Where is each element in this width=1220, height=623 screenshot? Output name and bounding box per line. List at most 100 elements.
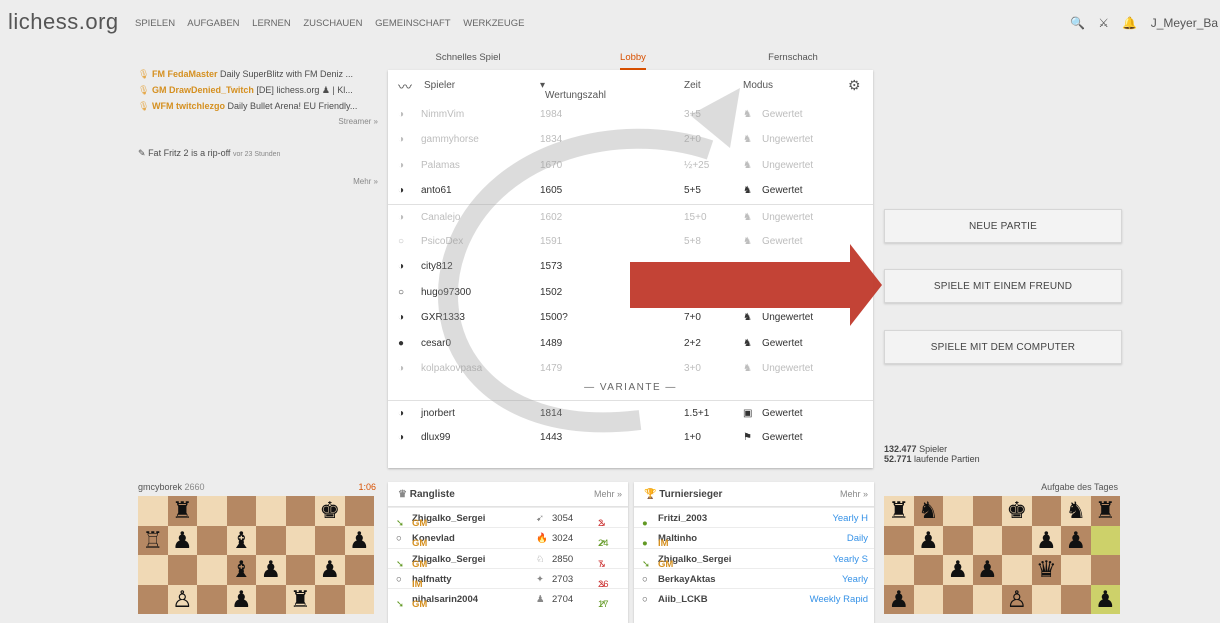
color-icon: ○ — [398, 286, 405, 298]
lobby-row[interactable]: ○ PsicoDex 1591 5+8 ♞ Gewertet — [388, 229, 873, 254]
leaderboard-row[interactable]: ➘ GM Zhigalko_Sergei ➹ 3054 ↘ 2 — [388, 507, 628, 529]
tab-lobby[interactable]: Lobby — [620, 52, 646, 70]
winner-row[interactable]: ○ BerkayAktas Yearly — [634, 567, 874, 588]
row-rating: 1984 — [540, 109, 563, 120]
board-square — [315, 525, 345, 555]
variant-separator: — VARIANTE — — [584, 382, 677, 393]
username[interactable]: J_Meyer_Ba — [1151, 16, 1218, 30]
row-mode: Ungewertet — [762, 363, 814, 374]
streamers-more-link[interactable]: Streamer » — [138, 114, 378, 130]
mode-icon: ♞ — [743, 363, 752, 374]
site-logo[interactable]: lichess.org — [8, 9, 119, 35]
col-time[interactable]: Zeit — [684, 80, 701, 91]
lobby-row[interactable]: ◑ Canalejo 1602 15+0 ♞ Ungewertet — [388, 203, 873, 229]
bell-icon[interactable]: 🔔 — [1122, 16, 1137, 30]
board-square — [884, 525, 914, 555]
nav-gemeinschaft[interactable]: GEMEINSCHAFT — [375, 18, 450, 29]
lobby-row[interactable]: ● cesar0 1489 2+2 ♞ Gewertet — [388, 331, 873, 356]
leaderboard-row[interactable]: ➘ GM Zhigalko_Sergei ♘ 2850 ↘ 7 — [388, 547, 628, 570]
nav-aufgaben[interactable]: AUFGABEN — [187, 18, 239, 29]
board-square — [285, 555, 315, 585]
nav-lernen[interactable]: LERNEN — [252, 18, 291, 29]
chart-icon[interactable]: 〰 — [398, 77, 412, 97]
puzzle-board[interactable]: ♜ ♞ ♚ ♞ ♜ ♟ ♟ ♟ ♟ ♟ ♛ ♟ ♙ ♟ — [884, 496, 1120, 614]
lobby-table: 〰 Spieler ▾ Wertungszahl Zeit Modus ⚙ ◑ N… — [388, 70, 873, 468]
play-computer-button[interactable]: SPIELE MIT DEM COMPUTER — [884, 330, 1122, 364]
lobby-row[interactable]: ◑ anto61 1605 5+5 ♞ Gewertet — [388, 178, 873, 203]
col-mode[interactable]: Modus — [743, 80, 773, 91]
leaderboard-more-link[interactable]: Mehr » — [594, 489, 622, 499]
winner-row[interactable]: ➘ GM Zhigalko_Sergei Yearly S — [634, 547, 874, 570]
row-rating: 1814 — [540, 408, 563, 419]
challenge-icon[interactable]: ⚔ — [1098, 16, 1109, 30]
nav-zuschauen[interactable]: ZUSCHAUEN — [303, 18, 362, 29]
stream-item[interactable]: 🎙 WFM twitchlezgo Daily Bullet Arena! EU… — [138, 98, 378, 114]
leaderboard-row[interactable]: ○ GM Konevlad 🔥 3024 ↗ 24 — [388, 527, 628, 549]
board-square: ♝ — [226, 555, 256, 585]
search-icon[interactable]: 🔍 — [1070, 16, 1085, 30]
new-game-button[interactable]: NEUE PARTIE — [884, 209, 1122, 243]
row-mode: Gewertet — [762, 337, 803, 349]
blog-item[interactable]: ✎ Fat Fritz 2 is a rip-off vor 23 Stunde… — [138, 148, 378, 159]
row-player: anto61 — [421, 185, 452, 197]
color-icon: ◑ — [398, 261, 405, 273]
winner-row[interactable]: ● IM Maltinho Daily — [634, 527, 874, 549]
gear-icon[interactable]: ⚙ — [848, 77, 861, 94]
puzzle-label[interactable]: Aufgabe des Tages — [884, 482, 1118, 492]
status-icon: ○ — [642, 594, 648, 606]
col-player[interactable]: Spieler — [424, 80, 455, 91]
tv-header[interactable]: gmcyborek 2660 1:06 — [138, 482, 376, 492]
winners-title: 🏆 Turniersieger — [644, 489, 723, 500]
lobby-variant-row[interactable]: ◑ jnorbert 1814 1.5+1 ▣ Gewertet — [388, 400, 873, 425]
blog-section: ✎ Fat Fritz 2 is a rip-off vor 23 Stunde… — [138, 148, 378, 186]
board-square: ♟ — [315, 555, 345, 585]
variant-icon: ⚑ — [743, 432, 752, 444]
board-square — [285, 525, 315, 555]
stream-item[interactable]: 🎙 GM DrawDenied_Twitch [DE] lichess.org … — [138, 82, 378, 98]
board-square: ♞ — [913, 496, 943, 526]
board-square — [1002, 555, 1032, 585]
leaderboard-row[interactable]: ○ IM halfnatty ✦ 2703 ↘ 26 — [388, 567, 628, 590]
board-square — [197, 496, 227, 526]
tab-correspondence[interactable]: Fernschach — [713, 52, 873, 63]
board-square — [344, 555, 374, 585]
row-player: GXR1333 — [421, 312, 465, 324]
board-square — [167, 555, 197, 585]
winners-more-link[interactable]: Mehr » — [840, 489, 868, 499]
lobby-row[interactable]: ◑ NimmVim 1984 3+5 ♞ Gewertet — [388, 102, 873, 127]
blog-more-link[interactable]: Mehr » — [138, 177, 378, 186]
board-square: ♝ — [226, 525, 256, 555]
board-square: ♚ — [1002, 496, 1032, 526]
board-square: ♟ — [256, 555, 286, 585]
board-square — [138, 555, 168, 585]
nav-werkzeuge[interactable]: WERKZEUGE — [463, 18, 524, 29]
lobby-row[interactable]: ◑ Palamas 1670 ½+25 ♞ Ungewertet — [388, 153, 873, 178]
row-rating: 1479 — [540, 363, 563, 374]
nav-spielen[interactable]: SPIELEN — [135, 18, 175, 29]
lobby-row[interactable]: ◑ city812 1573 — [388, 254, 873, 279]
tab-quick-game[interactable]: Schnelles Spiel — [388, 52, 548, 63]
play-friend-button[interactable]: SPIELE MIT EINEM FREUND — [884, 269, 1122, 303]
lobby-row[interactable]: ◑ kolpakovpasa 1479 3+0 ♞ Ungewertet — [388, 356, 873, 381]
board-square — [1031, 496, 1061, 526]
board-square — [884, 555, 914, 585]
winner-row[interactable]: ○ Aiib_LCKB Weekly Rapid — [634, 588, 874, 608]
row-time: 7+0 — [684, 312, 701, 324]
board-square: ♟ — [884, 584, 914, 614]
board-square — [972, 584, 1002, 614]
row-player: hugo97300 — [421, 286, 472, 298]
lobby-variant-row[interactable]: ◑ dlux99 1443 1+0 ⚑ Gewertet — [388, 425, 873, 450]
board-square: ♟ — [943, 555, 973, 585]
lobby-row[interactable]: ◑ GXR1333 1500? 7+0 ♞ Ungewertet — [388, 305, 873, 330]
board-square: ♙ — [167, 584, 197, 614]
tv-board[interactable]: ♜ ♚ ♖ ♟ ♝ ♟ ♝ ♟ ♟ ♙ ♟ ♜ — [138, 496, 374, 614]
row-time: 1.5+1 — [684, 408, 710, 419]
lobby-row[interactable]: ○ hugo97300 1502 — [388, 280, 873, 305]
winner-row[interactable]: ● Fritzi_2003 Yearly H — [634, 507, 874, 529]
leaderboard-row[interactable]: ➘ GM nihalsarin2004 ♟ 2704 ↗ 17 — [388, 588, 628, 610]
board-square — [344, 496, 374, 526]
col-rating[interactable]: ▾ Wertungszahl — [540, 80, 606, 101]
row-rating: 1602 — [540, 211, 563, 223]
stream-item[interactable]: 🎙 FM FedaMaster Daily SuperBlitz with FM… — [138, 66, 378, 82]
lobby-row[interactable]: ◑ gammyhorse 1834 2+0 ♞ Ungewertet — [388, 127, 873, 152]
